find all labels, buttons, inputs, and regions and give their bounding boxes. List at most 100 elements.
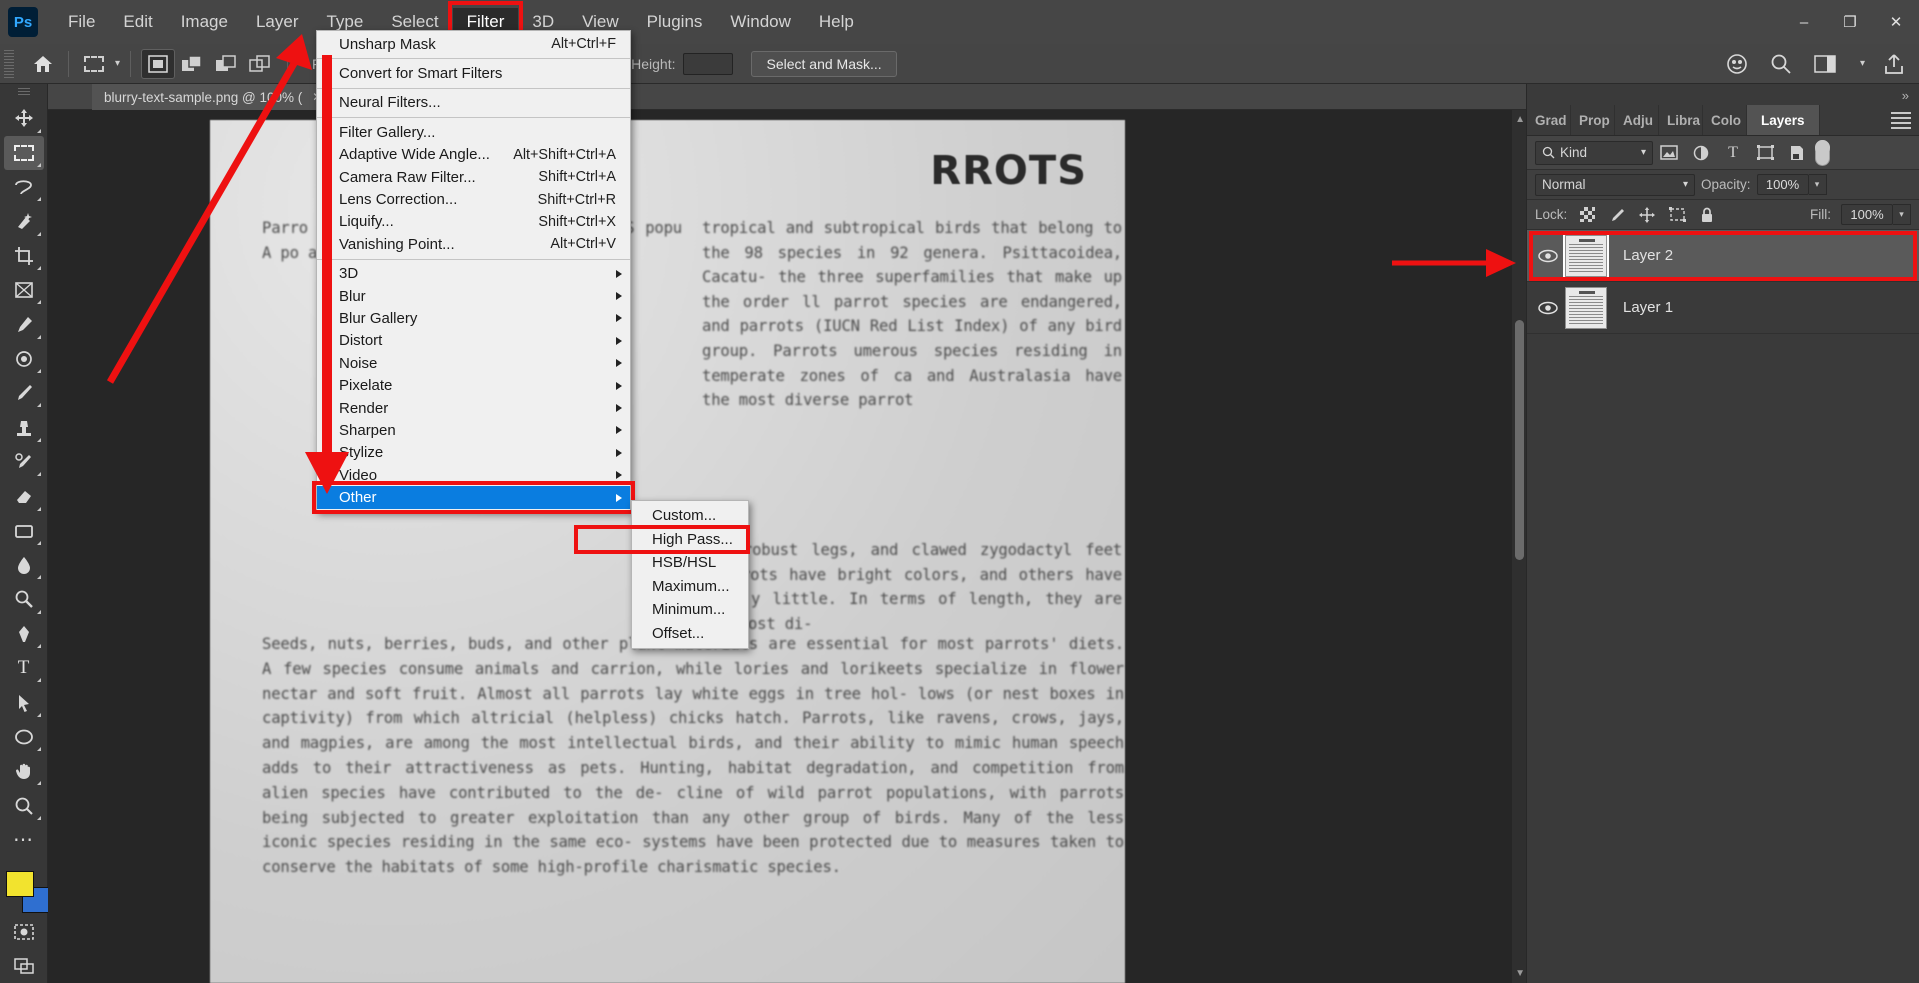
document-tab[interactable]: blurry-text-sample.png @ 100% ( ✕ bbox=[92, 84, 335, 110]
menu-item-unsharp-mask[interactable]: Unsharp Mask Alt+Ctrl+F bbox=[317, 33, 630, 55]
fill-value[interactable]: 100% bbox=[1841, 204, 1893, 225]
chevron-down-icon[interactable]: ▾ bbox=[1641, 147, 1646, 158]
menu-layer[interactable]: Layer bbox=[242, 8, 313, 36]
fill-chevron-icon[interactable]: ▾ bbox=[1893, 204, 1911, 225]
tab-libraries[interactable]: Libra bbox=[1659, 105, 1703, 135]
scroll-up-icon[interactable]: ▲ bbox=[1515, 114, 1525, 125]
spot-healing-brush-tool[interactable] bbox=[4, 342, 44, 376]
chevron-down-icon[interactable]: ▾ bbox=[1683, 179, 1688, 190]
brush-tool[interactable] bbox=[4, 376, 44, 410]
submenu-item-high-pass[interactable]: High Pass... bbox=[632, 528, 748, 552]
submenu-item-minimum[interactable]: Minimum... bbox=[632, 598, 748, 622]
subtract-from-selection-button[interactable] bbox=[209, 49, 243, 79]
marquee-tool[interactable] bbox=[4, 136, 44, 170]
layer-name[interactable]: Layer 1 bbox=[1623, 299, 1673, 316]
tab-adjustments[interactable]: Adju bbox=[1615, 105, 1659, 135]
menu-file[interactable]: File bbox=[54, 8, 109, 36]
menu-item-stylize[interactable]: Stylize bbox=[317, 442, 630, 464]
select-and-mask-button[interactable]: Select and Mask... bbox=[751, 51, 896, 77]
filter-shape-layers-icon[interactable] bbox=[1749, 141, 1781, 165]
filter-smart-objects-icon[interactable] bbox=[1781, 141, 1813, 165]
other-submenu[interactable]: Custom... High Pass... HSB/HSL Maximum..… bbox=[631, 500, 749, 649]
type-tool[interactable]: T bbox=[4, 651, 44, 685]
tool-preset-chevron-icon[interactable]: ▾ bbox=[115, 58, 120, 69]
discover-icon[interactable] bbox=[1722, 49, 1752, 79]
menu-item-render[interactable]: Render bbox=[317, 397, 630, 419]
menu-item-blur-gallery[interactable]: Blur Gallery bbox=[317, 307, 630, 329]
panel-menu-icon[interactable] bbox=[1891, 112, 1911, 130]
lock-artboard-icon[interactable] bbox=[1667, 205, 1687, 225]
dodge-tool[interactable] bbox=[4, 582, 44, 616]
eraser-tool[interactable] bbox=[4, 479, 44, 513]
layer-thumbnail[interactable] bbox=[1565, 235, 1607, 277]
menu-plugins[interactable]: Plugins bbox=[633, 8, 717, 36]
path-selection-tool[interactable] bbox=[4, 685, 44, 719]
canvas-vertical-scrollbar[interactable]: ▲ ▼ bbox=[1512, 110, 1526, 983]
filter-kind-select[interactable]: Kind ▾ bbox=[1535, 141, 1653, 165]
menu-item-lens-correction[interactable]: Lens Correction... Shift+Ctrl+R bbox=[317, 188, 630, 210]
lasso-tool[interactable] bbox=[4, 170, 44, 204]
frame-tool[interactable] bbox=[4, 273, 44, 307]
add-to-selection-button[interactable] bbox=[175, 49, 209, 79]
lock-all-icon[interactable] bbox=[1697, 205, 1717, 225]
zoom-tool[interactable] bbox=[4, 788, 44, 822]
opacity-value[interactable]: 100% bbox=[1757, 174, 1809, 195]
filter-dropdown-menu[interactable]: Unsharp Mask Alt+Ctrl+F Convert for Smar… bbox=[316, 30, 631, 512]
menu-item-filter-gallery[interactable]: Filter Gallery... bbox=[317, 121, 630, 143]
quick-mask-icon[interactable] bbox=[4, 914, 44, 948]
tools-panel-grip[interactable] bbox=[18, 88, 30, 95]
intersect-selection-button[interactable] bbox=[243, 49, 277, 79]
menu-help[interactable]: Help bbox=[805, 8, 868, 36]
menu-window[interactable]: Window bbox=[716, 8, 804, 36]
crop-tool[interactable] bbox=[4, 239, 44, 273]
menu-item-adaptive-wide-angle[interactable]: Adaptive Wide Angle... Alt+Shift+Ctrl+A bbox=[317, 144, 630, 166]
layer-thumbnail[interactable] bbox=[1565, 287, 1607, 329]
canvas-area[interactable]: RROTS Parro order oidea (New have are f … bbox=[48, 110, 1526, 983]
layer-visibility-icon[interactable] bbox=[1531, 301, 1565, 315]
menu-item-blur[interactable]: Blur bbox=[317, 285, 630, 307]
close-button[interactable]: ✕ bbox=[1873, 0, 1919, 44]
layer-name[interactable]: Layer 2 bbox=[1623, 247, 1673, 264]
maximize-button[interactable]: ❐ bbox=[1827, 0, 1873, 44]
blur-tool[interactable] bbox=[4, 548, 44, 582]
tab-color[interactable]: Colo bbox=[1703, 105, 1747, 135]
filter-adjustment-layers-icon[interactable] bbox=[1685, 141, 1717, 165]
menu-item-camera-raw-filter[interactable]: Camera Raw Filter... Shift+Ctrl+A bbox=[317, 166, 630, 188]
menu-item-other[interactable]: Other bbox=[317, 486, 630, 508]
lock-position-icon[interactable] bbox=[1637, 205, 1657, 225]
hand-tool[interactable] bbox=[4, 754, 44, 788]
menu-item-liquify[interactable]: Liquify... Shift+Ctrl+X bbox=[317, 211, 630, 233]
menu-image[interactable]: Image bbox=[167, 8, 242, 36]
workspace-layout-icon[interactable] bbox=[1810, 49, 1840, 79]
lock-image-pixels-icon[interactable] bbox=[1607, 205, 1627, 225]
layer-visibility-icon[interactable] bbox=[1531, 249, 1565, 263]
tab-layers[interactable]: Layers bbox=[1747, 105, 1820, 135]
menu-edit[interactable]: Edit bbox=[109, 8, 166, 36]
opacity-chevron-icon[interactable]: ▾ bbox=[1809, 174, 1827, 195]
menu-item-noise[interactable]: Noise bbox=[317, 352, 630, 374]
menu-item-convert-for-smart-filters[interactable]: Convert for Smart Filters bbox=[317, 62, 630, 84]
more-tools-button[interactable]: ⋯ bbox=[4, 823, 44, 857]
submenu-item-custom[interactable]: Custom... bbox=[632, 504, 748, 528]
eyedropper-tool[interactable] bbox=[4, 307, 44, 341]
submenu-item-offset[interactable]: Offset... bbox=[632, 622, 748, 646]
menu-item-3d[interactable]: 3D bbox=[317, 263, 630, 285]
foreground-color-swatch[interactable] bbox=[6, 871, 34, 897]
clone-stamp-tool[interactable] bbox=[4, 410, 44, 444]
menu-item-sharpen[interactable]: Sharpen bbox=[317, 419, 630, 441]
minimize-button[interactable]: – bbox=[1781, 0, 1827, 44]
submenu-item-hsb-hsl[interactable]: HSB/HSL bbox=[632, 551, 748, 575]
scroll-down-icon[interactable]: ▼ bbox=[1515, 968, 1525, 979]
scrollbar-thumb[interactable] bbox=[1515, 320, 1524, 560]
marquee-tool-preset-icon[interactable] bbox=[79, 49, 109, 79]
screen-mode-icon[interactable] bbox=[4, 949, 44, 983]
quick-selection-tool[interactable] bbox=[4, 204, 44, 238]
move-tool[interactable] bbox=[4, 101, 44, 135]
filter-pixel-layers-icon[interactable] bbox=[1653, 141, 1685, 165]
filter-toggle-switch[interactable] bbox=[1815, 140, 1830, 166]
menu-item-video[interactable]: Video bbox=[317, 464, 630, 486]
pen-tool[interactable] bbox=[4, 617, 44, 651]
layer-row-layer-1[interactable]: Layer 1 bbox=[1527, 282, 1919, 334]
blend-mode-select[interactable]: Normal ▾ bbox=[1535, 174, 1695, 196]
ellipse-shape-tool[interactable] bbox=[4, 720, 44, 754]
